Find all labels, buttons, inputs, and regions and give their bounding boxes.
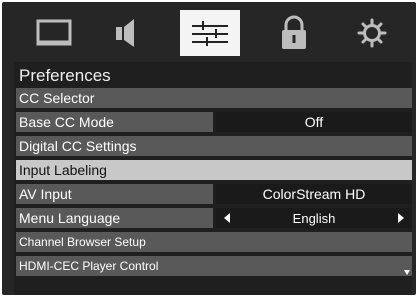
- lock-icon: [282, 15, 306, 49]
- tv-menu-screen: Preferences CC Selector Base CC Mode Off…: [2, 2, 416, 295]
- menu-item-base-cc-mode[interactable]: Base CC Mode Off: [16, 112, 412, 132]
- menu-item-channel-browser-setup[interactable]: Channel Browser Setup: [16, 232, 412, 252]
- category-tabs: [2, 2, 416, 62]
- gear-icon: [357, 18, 387, 48]
- tab-preferences[interactable]: [180, 10, 240, 56]
- speaker-icon: [116, 19, 134, 47]
- menu-item-menu-language[interactable]: Menu Language English: [16, 208, 412, 228]
- menu-title: Preferences: [19, 66, 111, 85]
- arrow-right-icon[interactable]: [398, 213, 404, 223]
- language-selector[interactable]: English: [216, 208, 412, 228]
- menu-item-label: CC Selector: [16, 88, 412, 108]
- monitor-icon: [36, 19, 72, 46]
- menu-item-label: Channel Browser Setup: [16, 232, 412, 252]
- menu-item-label: Digital CC Settings: [16, 136, 412, 156]
- tab-picture[interactable]: [24, 10, 84, 56]
- menu-item-label: Menu Language: [16, 208, 213, 228]
- menu-item-value[interactable]: ColorStream HD: [216, 184, 412, 204]
- sliders-icon: [192, 21, 228, 46]
- tab-setup[interactable]: [342, 10, 402, 56]
- menu-item-label: Base CC Mode: [16, 112, 213, 132]
- menu-item-cc-selector[interactable]: CC Selector: [16, 88, 412, 108]
- menu-item-label: AV Input: [16, 184, 213, 204]
- menu-item-av-input[interactable]: AV Input ColorStream HD: [16, 184, 412, 204]
- menu-item-value[interactable]: Off: [216, 112, 412, 132]
- menu-item-input-labeling[interactable]: Input Labeling: [16, 160, 412, 180]
- preferences-panel: Preferences CC Selector Base CC Mode Off…: [14, 62, 412, 295]
- tab-lock[interactable]: [264, 10, 324, 56]
- menu-item-value: English: [292, 211, 336, 226]
- menu-item-hdmi-cec-player-control[interactable]: HDMI-CEC Player Control: [16, 256, 412, 276]
- menu-item-digital-cc-settings[interactable]: Digital CC Settings: [16, 136, 412, 156]
- scroll-down-icon: [404, 270, 410, 275]
- arrow-left-icon[interactable]: [224, 213, 230, 223]
- menu-item-label: Input Labeling: [16, 160, 412, 180]
- menu-item-label: HDMI-CEC Player Control: [16, 256, 412, 276]
- tab-audio[interactable]: [96, 10, 156, 56]
